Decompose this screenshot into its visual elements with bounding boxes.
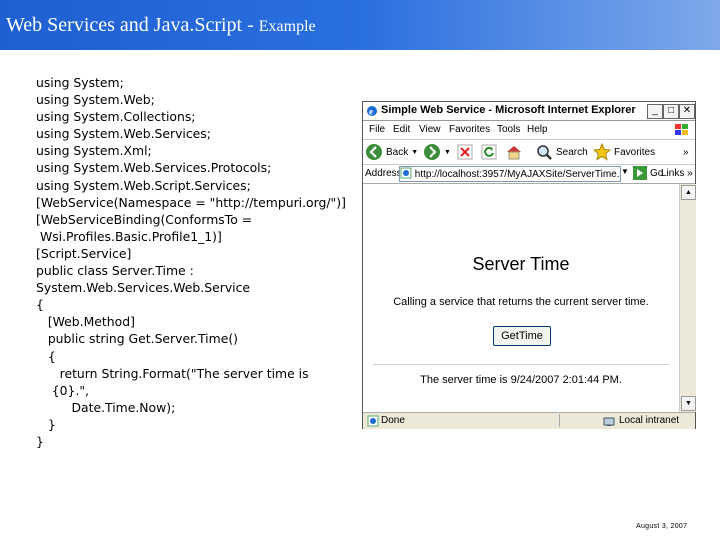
menu-file[interactable]: File <box>369 124 385 135</box>
code-line: { <box>36 297 44 313</box>
page-icon <box>400 167 412 179</box>
get-time-button[interactable]: GetTime <box>493 326 551 346</box>
favorites-button[interactable]: Favorites <box>593 142 655 162</box>
browser-title-bar: e Simple Web Service - Microsoft Interne… <box>363 102 695 121</box>
slide-date: August 3, 2007 <box>636 523 688 530</box>
slide-title: Web Services and Java.Script - Example <box>6 14 316 36</box>
menu-favorites[interactable]: Favorites <box>449 124 490 135</box>
go-button[interactable]: Go <box>633 166 663 180</box>
scroll-up-icon[interactable]: ▲ <box>681 185 696 200</box>
page-heading: Server Time <box>472 254 570 274</box>
vertical-scrollbar[interactable]: ▲ ▼ <box>679 184 696 412</box>
toolbar: Back ▼ ▼ Search Favorites » <box>363 140 695 165</box>
local-intranet-icon <box>603 417 615 426</box>
links-button[interactable]: Links » <box>661 168 693 179</box>
code-line: public string Get.Server.Time() <box>36 331 238 347</box>
status-text: Done <box>381 415 405 426</box>
browser-title: Simple Web Service - Microsoft Internet … <box>381 104 636 116</box>
back-button[interactable]: Back ▼ <box>365 142 418 162</box>
home-button[interactable] <box>505 142 523 162</box>
code-line: System.Web.Services.Web.Service <box>36 280 251 296</box>
minimize-button[interactable]: _ <box>647 104 663 119</box>
code-line: using System; <box>36 75 124 90</box>
code-line: using System.Web.Services.Protocols; <box>36 160 272 176</box>
code-line: {0}.", <box>36 382 89 398</box>
close-button[interactable]: ✕ <box>679 104 695 119</box>
status-divider <box>559 414 560 427</box>
code-line: using System.Collections; <box>36 109 196 125</box>
code-line: [Web.Method] <box>36 314 135 330</box>
code-line: [WebService(Namespace = "http://tempuri.… <box>36 194 346 210</box>
address-dropdown-icon[interactable]: ▼ <box>621 167 629 176</box>
refresh-icon <box>481 144 497 160</box>
page-divider <box>373 364 669 365</box>
menu-bar: File Edit View Favorites Tools Help <box>363 121 695 140</box>
forward-arrow-icon <box>424 144 440 160</box>
code-block: using System; using System.Web; using Sy… <box>36 74 346 450</box>
refresh-button[interactable] <box>481 142 497 162</box>
back-dropdown-icon: ▼ <box>411 148 419 156</box>
windows-logo-icon <box>675 124 688 135</box>
code-line: [Script.Service] <box>36 245 132 261</box>
code-line: using System.Xml; <box>36 143 152 159</box>
code-line: { <box>36 348 56 364</box>
home-icon <box>507 146 521 160</box>
slide-title-bar: Web Services and Java.Script - Example <box>0 0 720 50</box>
favorites-star-icon <box>593 143 611 161</box>
stop-icon <box>457 144 473 160</box>
search-icon <box>537 145 552 160</box>
forward-button[interactable]: ▼ <box>423 142 451 162</box>
code-line: using System.Web.Script.Services; <box>36 177 251 193</box>
back-arrow-icon <box>366 144 382 160</box>
code-line: using System.Web.Services; <box>36 126 211 142</box>
status-bar: Done Local intranet <box>363 412 695 429</box>
done-page-icon <box>367 415 379 427</box>
address-input[interactable]: http://localhost:3957/MyAJAXSite/ServerT… <box>399 166 621 182</box>
svg-text:e: e <box>369 107 373 117</box>
menu-tools[interactable]: Tools <box>497 124 520 135</box>
menu-edit[interactable]: Edit <box>393 124 410 135</box>
ie-logo-icon: e <box>367 106 377 117</box>
zone-text: Local intranet <box>619 415 680 426</box>
code-line: using System.Web; <box>36 92 155 108</box>
code-line: Wsi.Profiles.Basic.Profile1_1)] <box>36 228 222 244</box>
page-content: Server Time Calling a service that retur… <box>363 184 679 412</box>
code-line: [WebServiceBinding(ConformsTo = <box>36 211 253 227</box>
stop-button[interactable] <box>457 142 473 162</box>
address-bar: Address http://localhost:3957/MyAJAXSite… <box>363 165 695 184</box>
scroll-down-icon[interactable]: ▼ <box>681 396 696 411</box>
forward-dropdown-icon: ▼ <box>444 148 451 156</box>
code-line: public class Server.Time : <box>36 263 194 279</box>
menu-help[interactable]: Help <box>527 124 548 135</box>
go-arrow-icon <box>633 166 647 180</box>
code-line: return String.Format("The server time is <box>36 365 309 381</box>
maximize-button[interactable]: □ <box>663 104 679 119</box>
code-line: } <box>36 433 44 449</box>
page-description: Calling a service that returns the curre… <box>393 296 649 308</box>
browser-window: e Simple Web Service - Microsoft Interne… <box>362 101 696 429</box>
search-button[interactable]: Search <box>535 142 588 162</box>
toolbar-overflow-icon[interactable]: » <box>683 142 689 162</box>
address-label: Address <box>365 168 402 179</box>
server-time-result: The server time is 9/24/2007 2:01:44 PM. <box>420 374 622 386</box>
menu-view[interactable]: View <box>419 124 441 135</box>
code-line: Date.Time.Now); <box>36 399 176 415</box>
code-line: } <box>36 416 56 432</box>
